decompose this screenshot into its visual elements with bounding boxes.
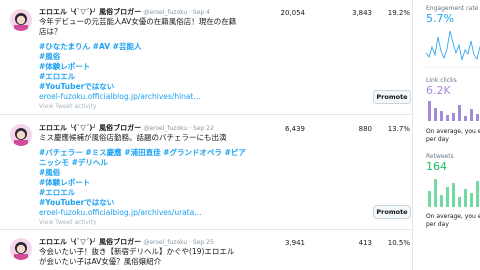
hashtag-line[interactable]: #バチェラー #ミス慶應 #浦田直佳 #グランドオペラ #ピア <box>39 148 279 158</box>
promote-button[interactable]: Promote <box>373 205 411 219</box>
hashtag-line[interactable]: #YouTuberではない <box>39 198 279 208</box>
tweet-link[interactable]: eroel-fuzoku.officialblog.jp/archives/hi… <box>39 92 279 102</box>
analytics-sidebar: Engagement rate 5.7% Link clicks 6.2K On… <box>413 0 480 270</box>
retweets-bar-chart <box>428 179 479 207</box>
view-tweet-activity-link[interactable]: View Tweet activity <box>39 219 279 226</box>
author-name[interactable]: エロエル ╰(ˋ▽ˊ)╯ 風俗ブロガー <box>39 238 141 246</box>
retweets-value: 164 <box>426 160 447 173</box>
row-divider <box>0 114 412 115</box>
author-handle[interactable]: @eroel_fuzoku · Sep 25 <box>143 239 213 246</box>
tweet-text-line: が会いたい子はAV女優？風俗嬢紹介 <box>39 257 162 266</box>
tweet-text-line: ミス慶應候補が風俗店勤務。話題のバチェラーにも出演 <box>39 133 227 142</box>
engagement-rate-value: 13.7% <box>387 125 410 133</box>
row-divider <box>0 229 412 230</box>
hashtag-line[interactable]: #風俗 <box>39 168 279 178</box>
promote-button[interactable]: Promote <box>373 90 411 104</box>
hashtag-line[interactable]: #YouTuberではない <box>39 82 279 92</box>
tweet-text-line: 今会いたい子！抜き【新宿デリヘル】かぐや(19)エロエル <box>39 247 235 256</box>
hashtag-line[interactable]: #ひなたまりん #AV #芸能人 <box>39 42 279 52</box>
tweet-text-line: 店は？ <box>39 27 62 36</box>
tweet-link[interactable]: eroel-fuzoku.officialblog.jp/archives/ur… <box>39 208 279 218</box>
engagement-rate-sparkline <box>425 30 480 68</box>
link-clicks-note: per day <box>426 136 449 143</box>
avatar[interactable] <box>10 238 32 260</box>
tweet-header: エロエル ╰(ˋ▽ˊ)╯ 風俗ブロガー @eroel_fuzoku · Sep … <box>39 124 279 133</box>
link-clicks-note: On average, you ear <box>426 128 480 135</box>
impressions-value: 20,054 <box>280 9 306 17</box>
view-tweet-activity-link[interactable]: View Tweet activity <box>39 103 279 110</box>
link-clicks-value: 6.2K <box>426 84 451 97</box>
avatar[interactable] <box>10 124 32 146</box>
author-handle[interactable]: @eroel_fuzoku · Sep 4 <box>143 9 210 16</box>
tweet-content: エロエル ╰(ˋ▽ˊ)╯ 風俗ブロガー @eroel_fuzoku · Sep … <box>39 8 279 110</box>
hashtag-line[interactable]: ニッシモ #デリヘル <box>39 158 279 168</box>
author-handle[interactable]: @eroel_fuzoku · Sep 22 <box>143 125 213 132</box>
hashtag-line[interactable]: #風俗 <box>39 52 279 62</box>
impressions-value: 3,941 <box>284 239 305 247</box>
avatar[interactable] <box>10 9 32 31</box>
hashtag-line[interactable]: #エロエル <box>39 188 279 198</box>
engagement-rate-value: 5.7% <box>426 12 454 25</box>
hashtag-line[interactable]: #体験レポート <box>39 178 279 188</box>
tweet-header: エロエル ╰(ˋ▽ˊ)╯ 風俗ブロガー @eroel_fuzoku · Sep … <box>39 238 279 247</box>
link-clicks-title: Link clicks <box>426 77 457 84</box>
engagement-rate-value: 19.2% <box>387 9 410 17</box>
link-clicks-bar-chart <box>428 101 479 121</box>
hashtag-line[interactable]: #エロエル <box>39 72 279 82</box>
retweets-title: Retweets <box>426 153 454 160</box>
hashtag-line[interactable]: #体験レポート <box>39 62 279 72</box>
retweets-note: On average, you ear <box>426 213 480 220</box>
engagement-rate-value: 10.5% <box>387 239 410 247</box>
tweet-text-line: 今年デビューの元芸能人AV女優の在籍風俗店！現在の在籍 <box>39 17 237 26</box>
engagement-rate-title: Engagement rate <box>426 5 479 12</box>
tweet-header: エロエル ╰(ˋ▽ˊ)╯ 風俗ブロガー @eroel_fuzoku · Sep … <box>39 8 279 17</box>
tweet-content: エロエル ╰(ˋ▽ˊ)╯ 風俗ブロガー @eroel_fuzoku · Sep … <box>39 238 279 267</box>
tweets-panel: エロエル ╰(ˋ▽ˊ)╯ 風俗ブロガー @eroel_fuzoku · Sep … <box>0 0 412 270</box>
author-name[interactable]: エロエル ╰(ˋ▽ˊ)╯ 風俗ブロガー <box>39 8 141 16</box>
author-name[interactable]: エロエル ╰(ˋ▽ˊ)╯ 風俗ブロガー <box>39 124 141 132</box>
impressions-value: 6,439 <box>284 125 305 133</box>
tweet-content: エロエル ╰(ˋ▽ˊ)╯ 風俗ブロガー @eroel_fuzoku · Sep … <box>39 124 279 226</box>
retweets-note: per day <box>426 221 449 228</box>
